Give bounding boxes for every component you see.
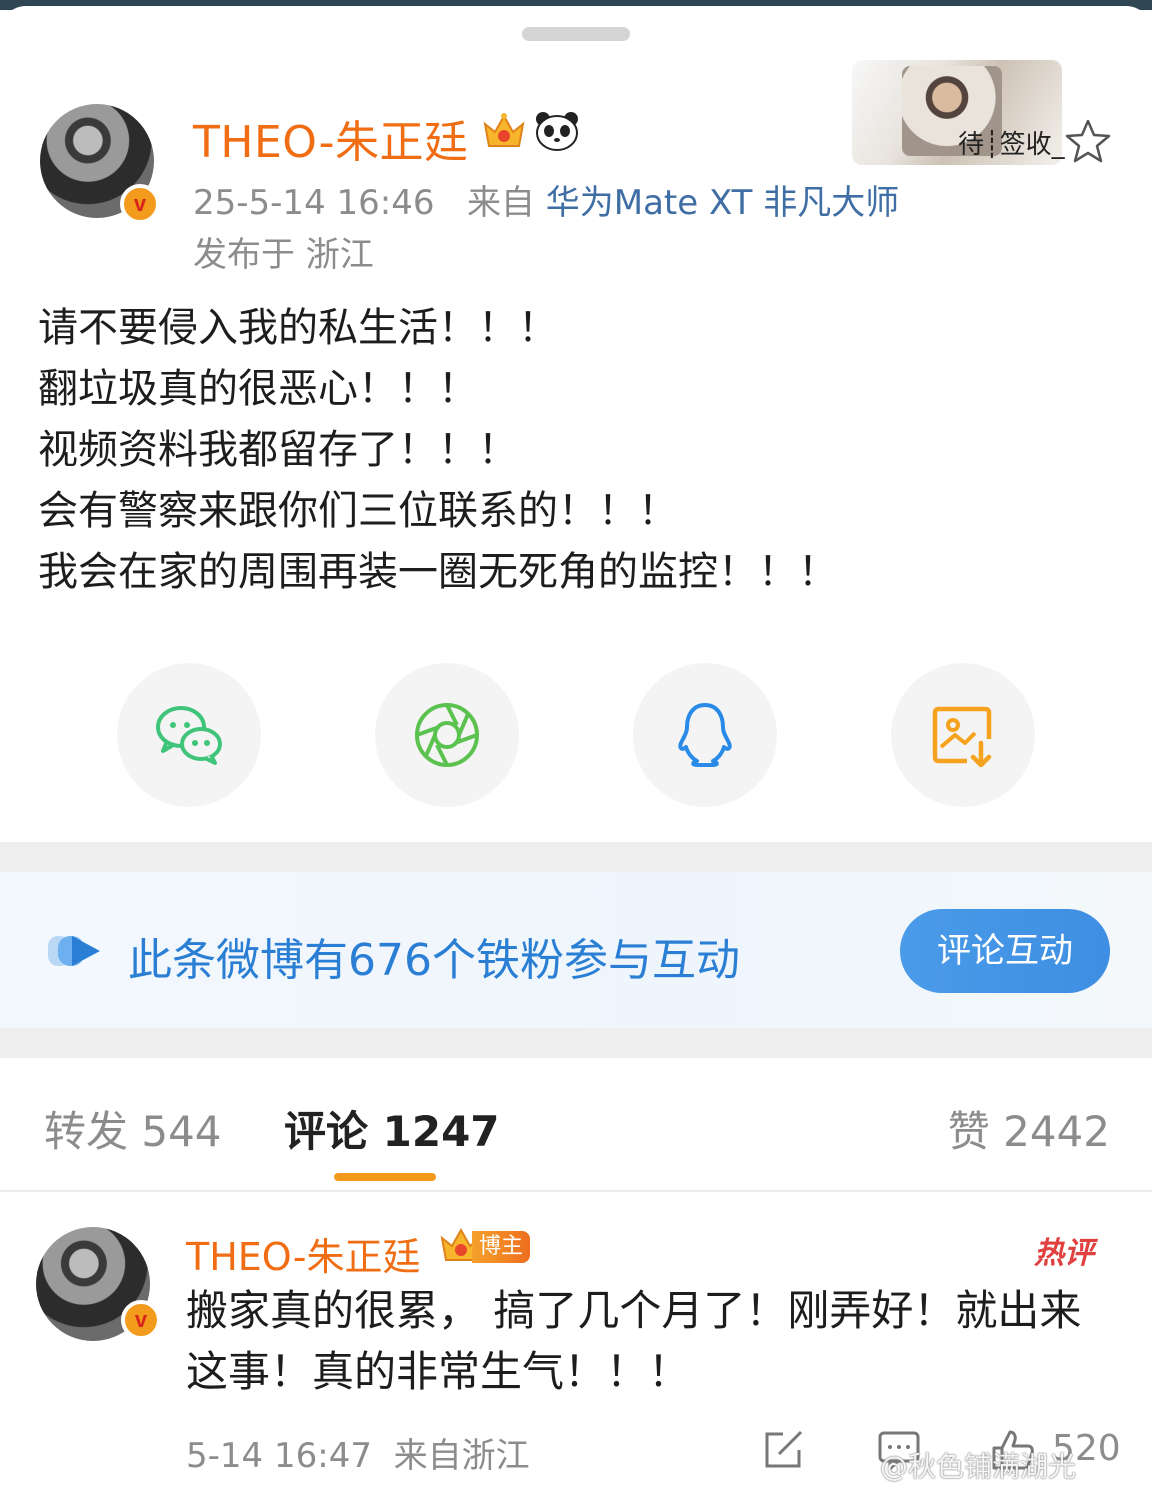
- watermark: @秋色铺满湖光: [880, 1450, 1077, 1483]
- commenter-avatar[interactable]: v: [36, 1227, 161, 1341]
- post-line: 会有警察来跟你们三位联系的！！！: [38, 488, 678, 534]
- tab-comments[interactable]: 评论 1247: [284, 1098, 500, 1159]
- post-body: 请不要侵入我的私生活！！！ 翻垃圾真的很恶心！！！ 视频资料我都留存了！！！ 会…: [38, 298, 1118, 603]
- tab-reposts[interactable]: 转发 544: [44, 1098, 222, 1159]
- post-line: 视频资料我都留存了！！！: [38, 427, 518, 473]
- verified-badge-icon: v: [121, 1300, 161, 1340]
- tab-divider: [0, 1190, 1152, 1192]
- author-avatar[interactable]: v: [40, 104, 160, 224]
- wechat-icon: [156, 706, 222, 765]
- share-qq-button[interactable]: [633, 663, 777, 807]
- share-comment-icon[interactable]: [761, 1428, 807, 1472]
- post-line: 我会在家的周围再装一圈无死角的监控！！！: [38, 549, 838, 595]
- comment-meta: 5-14 16:47 来自浙江: [186, 1428, 530, 1477]
- commenter-name[interactable]: THEO-朱正廷: [186, 1226, 420, 1281]
- author-name[interactable]: THEO-朱正廷: [193, 106, 469, 170]
- vip-crown-icon: [483, 113, 525, 147]
- comment-interact-button[interactable]: 评论互动: [900, 909, 1110, 993]
- host-badge: 博主: [472, 1231, 530, 1263]
- save-image-button[interactable]: [891, 663, 1035, 807]
- comment-location: 来自浙江: [393, 1436, 530, 1476]
- device-link[interactable]: 华为Mate XT 非凡大师: [546, 183, 900, 223]
- post-line: 翻垃圾真的很恶心！！！: [38, 366, 478, 412]
- section-divider: [0, 842, 1152, 872]
- fans-interaction-banner: 此条微博有676个铁粉参与互动 评论互动: [0, 872, 1152, 1028]
- favorite-star-icon[interactable]: [1064, 118, 1112, 164]
- post-line: 请不要侵入我的私生活！！！: [38, 305, 558, 351]
- sheet-drag-handle[interactable]: [522, 27, 630, 41]
- post-meta: 25-5-14 16:46 来自 华为Mate XT 非凡大师: [193, 175, 899, 224]
- qq-icon: [678, 703, 732, 767]
- post-time: 25-5-14 16:46: [193, 183, 435, 223]
- post-location: 发布于 浙江: [193, 235, 374, 275]
- comment-text: 搬家真的很累， 搞了几个月了！刚弄好！就出来这事！真的非常生气！！！: [186, 1286, 1082, 1396]
- panda-icon: [536, 112, 578, 151]
- active-tab-indicator: [334, 1173, 436, 1181]
- share-moments-button[interactable]: [375, 663, 519, 807]
- moments-icon: [415, 703, 479, 767]
- verified-badge-icon: v: [120, 184, 160, 224]
- source-prefix: 来自: [466, 183, 535, 223]
- share-wechat-button[interactable]: [117, 663, 261, 807]
- save-image-icon: [932, 706, 992, 768]
- weibo-post-page: v THEO-朱正廷 25-5-14 16:46 来自 华为Mate XT 非凡…: [0, 0, 1152, 1495]
- fans-badge-icon: [48, 936, 100, 966]
- hot-comment-tag: 热评: [1034, 1236, 1094, 1271]
- decoration-card-label: 待┊签收_: [958, 130, 1065, 160]
- tab-likes[interactable]: 赞 2442: [948, 1098, 1110, 1159]
- section-divider: [0, 1028, 1152, 1058]
- comment-time: 5-14 16:47: [186, 1436, 372, 1476]
- fans-interaction-text: 此条微博有676个铁粉参与互动: [128, 935, 740, 986]
